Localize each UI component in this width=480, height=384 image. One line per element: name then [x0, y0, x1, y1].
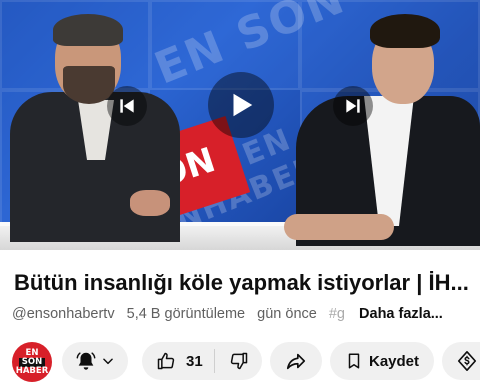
guest-left-hair	[53, 14, 123, 46]
like-button[interactable]: 31	[142, 342, 214, 380]
host-right-hair	[370, 14, 440, 48]
avatar-text-line: HABER	[15, 365, 49, 376]
thumbs-up-icon	[157, 352, 175, 370]
view-count: 5,4 B görüntüleme	[126, 306, 246, 322]
video-player[interactable]: EN SON HABER EN SONHABER ON	[0, 0, 480, 250]
video-title[interactable]: Bütün insanlığı köle yapmak istiyorlar |…	[14, 270, 470, 300]
channel-avatar[interactable]: EN SON HABER	[12, 342, 52, 382]
bookmark-icon	[348, 353, 360, 369]
play-icon	[233, 93, 253, 117]
show-more-link[interactable]: Daha fazla...	[359, 306, 443, 322]
save-label: Kaydet	[368, 352, 420, 370]
thanks-button[interactable]	[442, 342, 480, 380]
skip-next-icon	[346, 99, 360, 113]
chevron-down-icon	[103, 358, 113, 365]
skip-previous-icon	[120, 99, 134, 113]
save-button[interactable]: Kaydet	[330, 342, 434, 380]
guest-left-hand	[130, 190, 170, 216]
thanks-dollar-icon	[457, 351, 477, 371]
like-dislike-group: 31	[142, 342, 262, 380]
dislike-button[interactable]	[215, 342, 262, 380]
hashtag[interactable]: #g	[329, 306, 345, 322]
video-meta-row[interactable]: @ensonhabertv 5,4 B görüntüleme gün önce…	[12, 306, 480, 326]
like-count: 31	[186, 352, 203, 370]
share-button[interactable]	[270, 342, 322, 380]
next-video-button[interactable]	[333, 86, 373, 126]
bell-icon	[76, 352, 96, 370]
host-right-hands	[284, 214, 394, 240]
play-button[interactable]	[208, 72, 274, 138]
share-icon	[286, 353, 306, 370]
upload-time: gün önce	[257, 306, 317, 322]
channel-handle[interactable]: @ensonhabertv	[12, 306, 115, 322]
previous-video-button[interactable]	[107, 86, 147, 126]
thumbs-down-icon	[230, 352, 247, 370]
notifications-button[interactable]	[62, 342, 128, 380]
